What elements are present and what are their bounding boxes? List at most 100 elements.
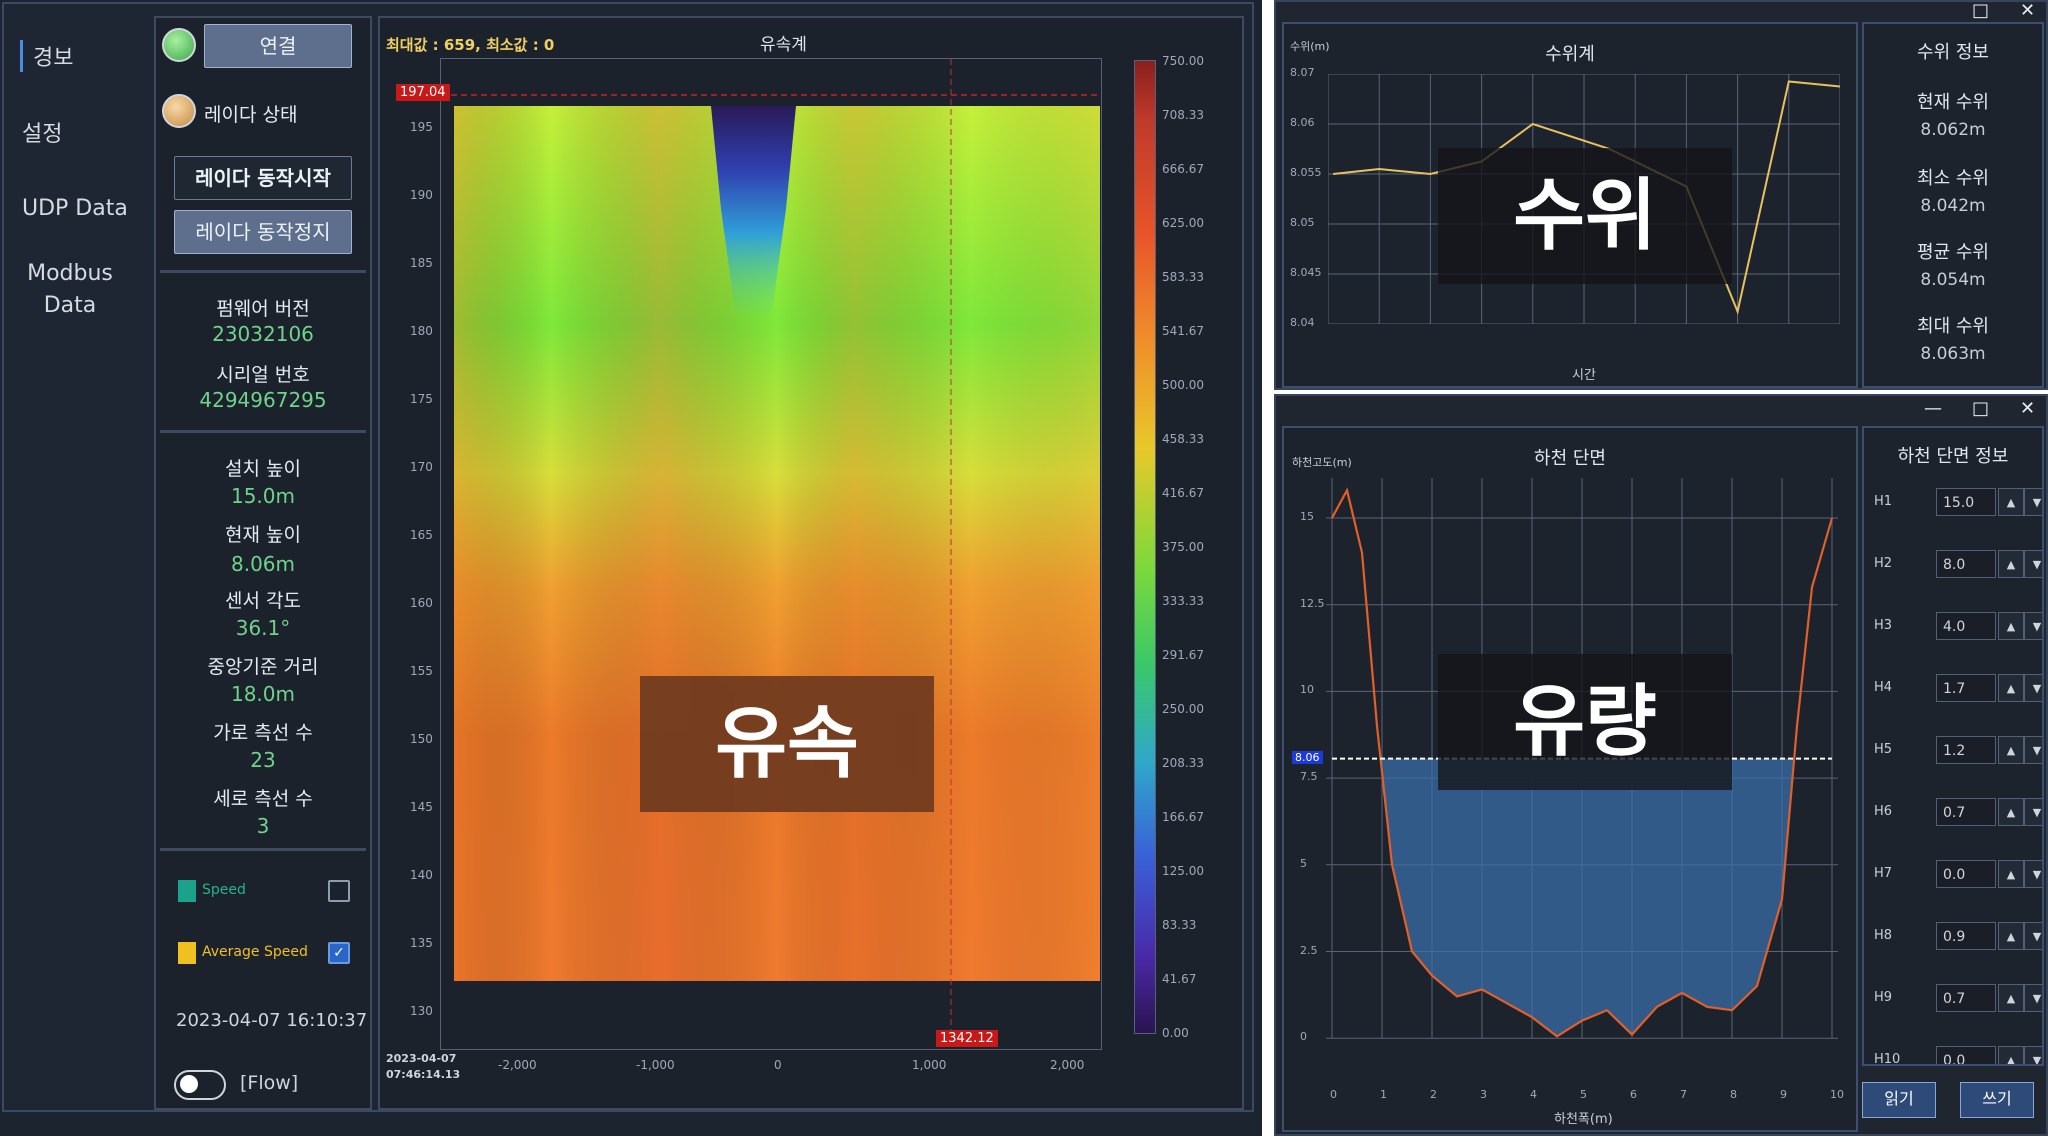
nav-settings[interactable]: 설정 [22,116,62,148]
height-input[interactable]: 0.7 [1936,984,1996,1012]
row-label: H2 [1874,556,1893,571]
y-tick-label: 175 [410,392,433,406]
velocity-overlay-label: 유속 [640,676,934,812]
x-tick-label: 8 [1730,1088,1737,1101]
speed-legend-swatch [178,880,196,902]
heatmap-plot-area [440,58,1102,1050]
divider [160,848,366,851]
main-frame: 경보 설정 UDP Data Modbus Data 연결 레이다 상태 레이다… [2,2,1254,1112]
colorbar-tick-label: 708.33 [1162,108,1204,122]
chevron-up-icon[interactable]: ▲ [1998,860,2024,888]
read-button[interactable]: 읽기 [1862,1082,1936,1118]
cross-section-xlabel: 하천폭(m) [1554,1112,1613,1127]
sensor-angle-label: 센서 각도 [225,590,301,612]
height-input[interactable]: 15.0 [1936,488,1996,516]
avg-speed-checkbox[interactable]: ✓ [328,942,350,964]
chevron-down-icon[interactable]: ▼ [2024,488,2042,516]
y-tick-label: 8.07 [1290,66,1315,79]
height-input[interactable]: 8.0 [1936,550,1996,578]
chevron-down-icon[interactable]: ▼ [2024,1046,2042,1064]
x-tick-label: 1 [1380,1088,1387,1101]
row-label: H5 [1874,742,1893,757]
x-tick-label: 0 [1330,1088,1337,1101]
y-tick-label: 0 [1300,1030,1307,1044]
chevron-up-icon[interactable]: ▲ [1998,798,2024,826]
colorbar-tick-label: 625.00 [1162,216,1204,230]
flow-toggle[interactable] [174,1070,226,1100]
connect-button[interactable]: 연결 [204,24,352,68]
speed-checkbox[interactable] [328,880,350,902]
serial-label: 시리얼 번호 [216,364,310,386]
maximize-icon[interactable]: □ [1972,398,1989,419]
height-input[interactable]: 0.0 [1936,860,1996,888]
water-level-title: 수위계 [1545,44,1595,65]
water-level-marker: 8.06 [1292,750,1323,764]
water-level-info-title: 수위 정보 [1917,42,1989,63]
x-tick-label: 7 [1680,1088,1687,1101]
colorbar-tick-label: 500.00 [1162,378,1204,392]
cross-section-info-panel: 하천 단면 정보 H1 15.0 ▲ ▼ H2 8.0 ▲ ▼ H3 4.0 ▲ ▼ H4 1.7 ▲ ▼ H5… [1862,426,2044,1066]
y-tick-label: 170 [410,460,433,474]
chevron-up-icon[interactable]: ▲ [1998,488,2024,516]
y-tick-label: 15 [1300,510,1314,523]
x-tick-label: 9 [1780,1088,1787,1101]
y-tick-label: 5 [1300,856,1307,870]
nav-modbus-data[interactable]: Modbus Data [20,258,120,322]
colorbar-tick-label: 41.67 [1162,972,1197,986]
divider [160,430,366,433]
colorbar-tick-label: 291.67 [1162,648,1204,662]
chevron-down-icon[interactable]: ▼ [2024,736,2042,764]
colorbar-tick-label: 83.33 [1162,918,1197,932]
close-icon[interactable]: ✕ [2020,398,2035,419]
chevron-up-icon[interactable]: ▲ [1998,922,2024,950]
colorbar-tick-label: 458.33 [1162,432,1204,446]
flow-meter-window: 경보 설정 UDP Data Modbus Data 연결 레이다 상태 레이다… [0,0,1262,1136]
chevron-down-icon[interactable]: ▼ [2024,860,2042,888]
radar-stop-button[interactable]: 레이다 동작정지 [174,210,352,254]
colorbar-tick-label: 125.00 [1162,864,1204,878]
cross-section-chart-panel: 하천 단면 하천고도(m) 15 12.5 10 7.5 5 2.5 0 0 1 2 3 4 5 6 7 8… [1282,426,1858,1132]
chevron-down-icon[interactable]: ▼ [2024,798,2042,826]
nav-alarm[interactable]: 경보 [20,40,73,72]
flow-toggle-label: [Flow] [240,1072,299,1094]
height-input[interactable]: 0.7 [1936,798,1996,826]
serial-value: 4294967295 [199,388,327,412]
height-input[interactable]: 0.9 [1936,922,1996,950]
close-icon[interactable]: ✕ [2020,0,2035,21]
chevron-up-icon[interactable]: ▲ [1998,1046,2024,1064]
colorbar-tick-label: 375.00 [1162,540,1204,554]
maximize-icon[interactable]: □ [1972,0,1989,21]
nav-udp-data[interactable]: UDP Data [22,196,128,221]
chevron-down-icon[interactable]: ▼ [2024,674,2042,702]
x-tick-label: 2,000 [1050,1058,1085,1072]
height-input[interactable]: 1.7 [1936,674,1996,702]
y-tick-label: 8.045 [1290,266,1322,279]
chevron-down-icon[interactable]: ▼ [2024,612,2042,640]
chevron-up-icon[interactable]: ▲ [1998,984,2024,1012]
chevron-down-icon[interactable]: ▼ [2024,984,2042,1012]
chevron-up-icon[interactable]: ▲ [1998,550,2024,578]
connection-status-lamp [162,28,196,62]
chevron-down-icon[interactable]: ▼ [2024,922,2042,950]
row-label: H7 [1874,866,1893,881]
height-input[interactable]: 4.0 [1936,612,1996,640]
sensor-angle-value: 36.1° [235,616,291,640]
radar-start-button[interactable]: 레이다 동작시작 [174,156,352,200]
flow-overlay-label: 유량 [1438,654,1732,790]
heatmap-footer-date: 2023-04-07 [386,1052,457,1065]
chevron-up-icon[interactable]: ▲ [1998,674,2024,702]
write-button[interactable]: 쓰기 [1960,1082,2034,1118]
chevron-down-icon[interactable]: ▼ [2024,550,2042,578]
water-level-info-panel: 수위 정보 현재 수위 8.062m 최소 수위 8.042m 평균 수위 8.… [1862,22,2044,388]
x-tick-label: 5 [1580,1088,1587,1101]
height-input[interactable]: 1.2 [1936,736,1996,764]
x-tick-label: 6 [1630,1088,1637,1101]
chevron-up-icon[interactable]: ▲ [1998,612,2024,640]
max-marker-label: 197.04 [396,84,450,101]
y-tick-label: 140 [410,868,433,882]
water-level-window: □ ✕ 수위계 수위(m) 8.07 8.06 8.055 8.05 8.045 8.04… [1274,0,2048,390]
chevron-up-icon[interactable]: ▲ [1998,736,2024,764]
colorbar-tick-label: 541.67 [1162,324,1204,338]
minimize-icon[interactable]: — [1924,398,1942,419]
height-input[interactable]: 0.0 [1936,1046,1996,1064]
